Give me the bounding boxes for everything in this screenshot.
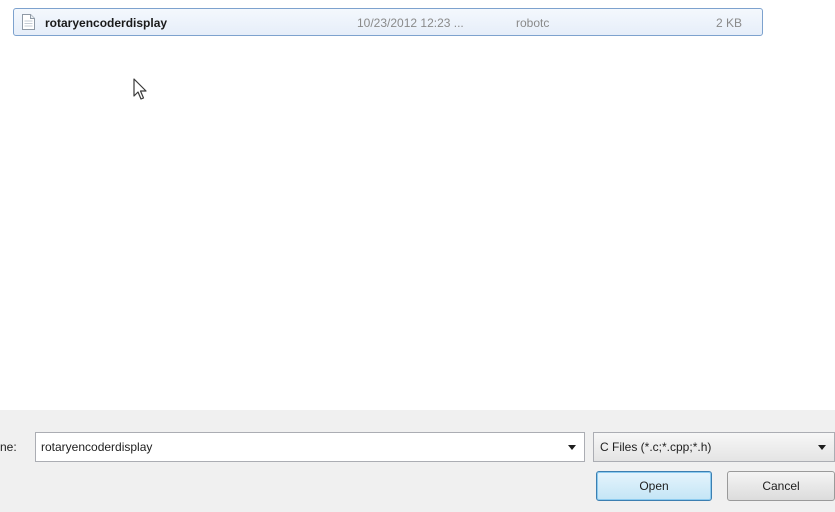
chevron-down-icon[interactable] [560,433,584,461]
file-name-combobox[interactable] [35,432,585,462]
mouse-cursor-icon [133,78,147,100]
file-name: rotaryencoderdisplay [45,16,168,30]
file-name-input[interactable] [41,433,541,461]
open-button[interactable]: Open [596,471,712,501]
file-type-filter-dropdown[interactable]: C Files (*.c;*.cpp;*.h) [593,432,835,462]
file-list-item[interactable]: rotaryencoderdisplay 10/23/2012 12:23 ..… [13,8,763,36]
file-name-label: ne: [0,440,17,454]
chevron-down-icon[interactable] [810,433,834,461]
cancel-button[interactable]: Cancel [727,471,835,501]
file-type-filter-value: C Files (*.c;*.cpp;*.h) [600,440,712,454]
file-size: 2 KB [715,16,742,30]
file-type: robotc [516,16,550,30]
file-list[interactable]: rotaryencoderdisplay 10/23/2012 12:23 ..… [0,0,835,410]
document-icon [22,14,35,30]
dialog-bottom-panel: ne: C Files (*.c;*.cpp;*.h) Open Cancel [0,410,835,512]
file-date-modified: 10/23/2012 12:23 ... [357,16,464,30]
